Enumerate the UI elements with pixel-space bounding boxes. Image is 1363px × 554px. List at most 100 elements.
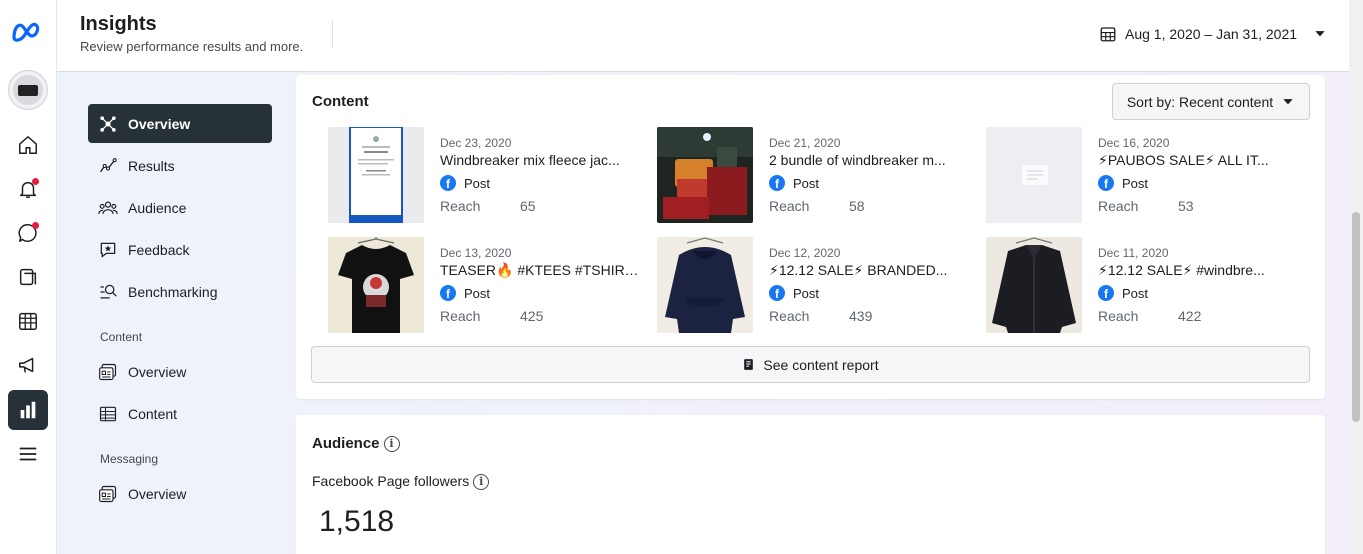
reach-value: 422 bbox=[1178, 308, 1202, 324]
facebook-icon: f bbox=[769, 285, 785, 301]
page-scrollbar[interactable] bbox=[1349, 0, 1363, 554]
post-date: Dec 13, 2020 bbox=[440, 246, 512, 260]
audience-title-text: Audience bbox=[312, 435, 380, 452]
post-thumbnail[interactable] bbox=[328, 127, 424, 223]
post-title[interactable]: ⚡PAUBOS SALE⚡ ALL IT... bbox=[1098, 152, 1298, 169]
jacket-thumbnail-image bbox=[986, 237, 1082, 333]
reach-value: 53 bbox=[1178, 198, 1194, 214]
see-content-report-label: See content report bbox=[763, 356, 879, 373]
left-rail bbox=[0, 0, 57, 554]
header-divider bbox=[332, 20, 333, 48]
post-thumbnail[interactable] bbox=[986, 237, 1082, 333]
post-type-label: Post bbox=[1122, 175, 1149, 191]
nav-content-overview-label: Overview bbox=[128, 363, 187, 380]
post-card[interactable]: Dec 21, 2020 2 bundle of windbreaker m..… bbox=[657, 127, 977, 223]
post-type-label: Post bbox=[793, 175, 820, 191]
date-range-label: Aug 1, 2020 – Jan 31, 2021 bbox=[1125, 26, 1298, 42]
post-card[interactable]: Dec 23, 2020 Windbreaker mix fleece jac.… bbox=[328, 127, 648, 223]
nav-overview[interactable]: Overview bbox=[88, 104, 272, 143]
post-type-label: Post bbox=[464, 175, 491, 191]
messages-icon[interactable] bbox=[8, 213, 48, 253]
menu-icon[interactable] bbox=[8, 434, 48, 474]
facebook-icon: f bbox=[440, 175, 456, 191]
post-card[interactable]: Dec 13, 2020 TEASER🔥 #KTEES #TSHIRT... f… bbox=[328, 237, 648, 333]
benchmark-icon bbox=[100, 284, 117, 298]
nav-overview-label: Overview bbox=[128, 115, 191, 132]
date-range-picker[interactable]: Aug 1, 2020 – Jan 31, 2021 bbox=[1099, 22, 1327, 46]
page-header: Insights Review performance results and … bbox=[57, 0, 1349, 72]
reach-value: 439 bbox=[849, 308, 873, 324]
audience-card: Audience i Facebook Page followers i 1,518 bbox=[296, 415, 1325, 554]
nav-results[interactable]: Results bbox=[88, 146, 272, 185]
meta-logo[interactable] bbox=[10, 18, 46, 46]
post-card[interactable]: Dec 11, 2020 ⚡12.12 SALE⚡ #windbre... f … bbox=[986, 237, 1306, 333]
nav-messaging-overview[interactable]: Overview bbox=[88, 474, 272, 513]
post-type: f Post bbox=[1098, 175, 1148, 191]
tshirt-thumbnail-image bbox=[328, 237, 424, 333]
nav-feedback-label: Feedback bbox=[128, 241, 190, 258]
nav-feedback[interactable]: Feedback bbox=[88, 230, 272, 269]
network-icon bbox=[100, 115, 116, 132]
planner-icon[interactable] bbox=[8, 301, 48, 341]
post-card[interactable]: Dec 16, 2020 ⚡PAUBOS SALE⚡ ALL IT... f P… bbox=[986, 127, 1306, 223]
content-overview-icon bbox=[99, 363, 117, 380]
post-date: Dec 16, 2020 bbox=[1098, 136, 1170, 150]
nav-section-messaging: Messaging bbox=[100, 452, 159, 466]
pages-icon[interactable] bbox=[8, 257, 48, 297]
nav-benchmarking[interactable]: Benchmarking bbox=[88, 272, 272, 311]
notifications-icon[interactable] bbox=[8, 169, 48, 209]
trend-line-icon bbox=[99, 157, 117, 172]
nav-audience[interactable]: Audience bbox=[88, 188, 272, 227]
see-content-report-button[interactable]: See content report bbox=[311, 346, 1310, 383]
reach-value: 425 bbox=[520, 308, 544, 324]
reach-label: Reach bbox=[1098, 308, 1139, 324]
home-icon[interactable] bbox=[8, 125, 48, 165]
page-avatar[interactable] bbox=[8, 70, 48, 110]
reach-value: 65 bbox=[520, 198, 536, 214]
followers-count: 1,518 bbox=[319, 505, 395, 538]
reach-value: 58 bbox=[849, 198, 865, 214]
post-title[interactable]: ⚡12.12 SALE⚡ #windbre... bbox=[1098, 262, 1298, 279]
reach-label: Reach bbox=[440, 308, 481, 324]
post-title[interactable]: TEASER🔥 #KTEES #TSHIRT... bbox=[440, 262, 640, 279]
ads-icon[interactable] bbox=[8, 345, 48, 385]
nav-results-label: Results bbox=[128, 157, 175, 174]
post-thumbnail[interactable] bbox=[657, 237, 753, 333]
post-card[interactable]: Dec 12, 2020 ⚡12.12 SALE⚡ BRANDED... f P… bbox=[657, 237, 977, 333]
caret-down-icon bbox=[1283, 98, 1293, 104]
post-title[interactable]: 2 bundle of windbreaker m... bbox=[769, 152, 969, 168]
reach-label: Reach bbox=[440, 198, 481, 214]
caret-down-icon bbox=[1315, 31, 1325, 37]
post-thumbnail[interactable] bbox=[986, 127, 1082, 223]
info-icon[interactable]: i bbox=[473, 474, 490, 491]
post-title[interactable]: Windbreaker mix fleece jac... bbox=[440, 152, 640, 168]
nav-audience-label: Audience bbox=[128, 199, 187, 216]
scrollbar-thumb[interactable] bbox=[1352, 212, 1360, 422]
post-date: Dec 23, 2020 bbox=[440, 136, 512, 150]
facebook-icon: f bbox=[1098, 285, 1114, 301]
post-type-label: Post bbox=[1122, 285, 1149, 301]
post-thumbnail[interactable] bbox=[328, 237, 424, 333]
post-type: f Post bbox=[440, 285, 490, 301]
reach-label: Reach bbox=[769, 198, 810, 214]
insights-icon[interactable] bbox=[8, 390, 48, 430]
post-date: Dec 12, 2020 bbox=[769, 246, 841, 260]
post-type: f Post bbox=[1098, 285, 1148, 301]
table-icon bbox=[99, 406, 117, 421]
report-icon bbox=[744, 359, 754, 370]
nav-messaging-overview-label: Overview bbox=[128, 485, 187, 502]
nav-content-content[interactable]: Content bbox=[88, 394, 272, 433]
post-title[interactable]: ⚡12.12 SALE⚡ BRANDED... bbox=[769, 262, 969, 279]
receipt-thumbnail-image bbox=[328, 127, 424, 223]
bundle-thumbnail-image bbox=[657, 127, 753, 223]
post-type: f Post bbox=[769, 285, 819, 301]
nav-content-overview[interactable]: Overview bbox=[88, 352, 272, 391]
audience-card-title: Audience i bbox=[312, 435, 400, 453]
post-type-label: Post bbox=[464, 285, 491, 301]
post-thumbnail[interactable] bbox=[657, 127, 753, 223]
info-icon[interactable]: i bbox=[383, 436, 400, 453]
sort-dropdown[interactable]: Sort by: Recent content bbox=[1112, 83, 1310, 120]
nav-section-content: Content bbox=[100, 330, 143, 344]
text-post-placeholder-icon bbox=[986, 127, 1082, 223]
post-date: Dec 11, 2020 bbox=[1098, 246, 1169, 260]
